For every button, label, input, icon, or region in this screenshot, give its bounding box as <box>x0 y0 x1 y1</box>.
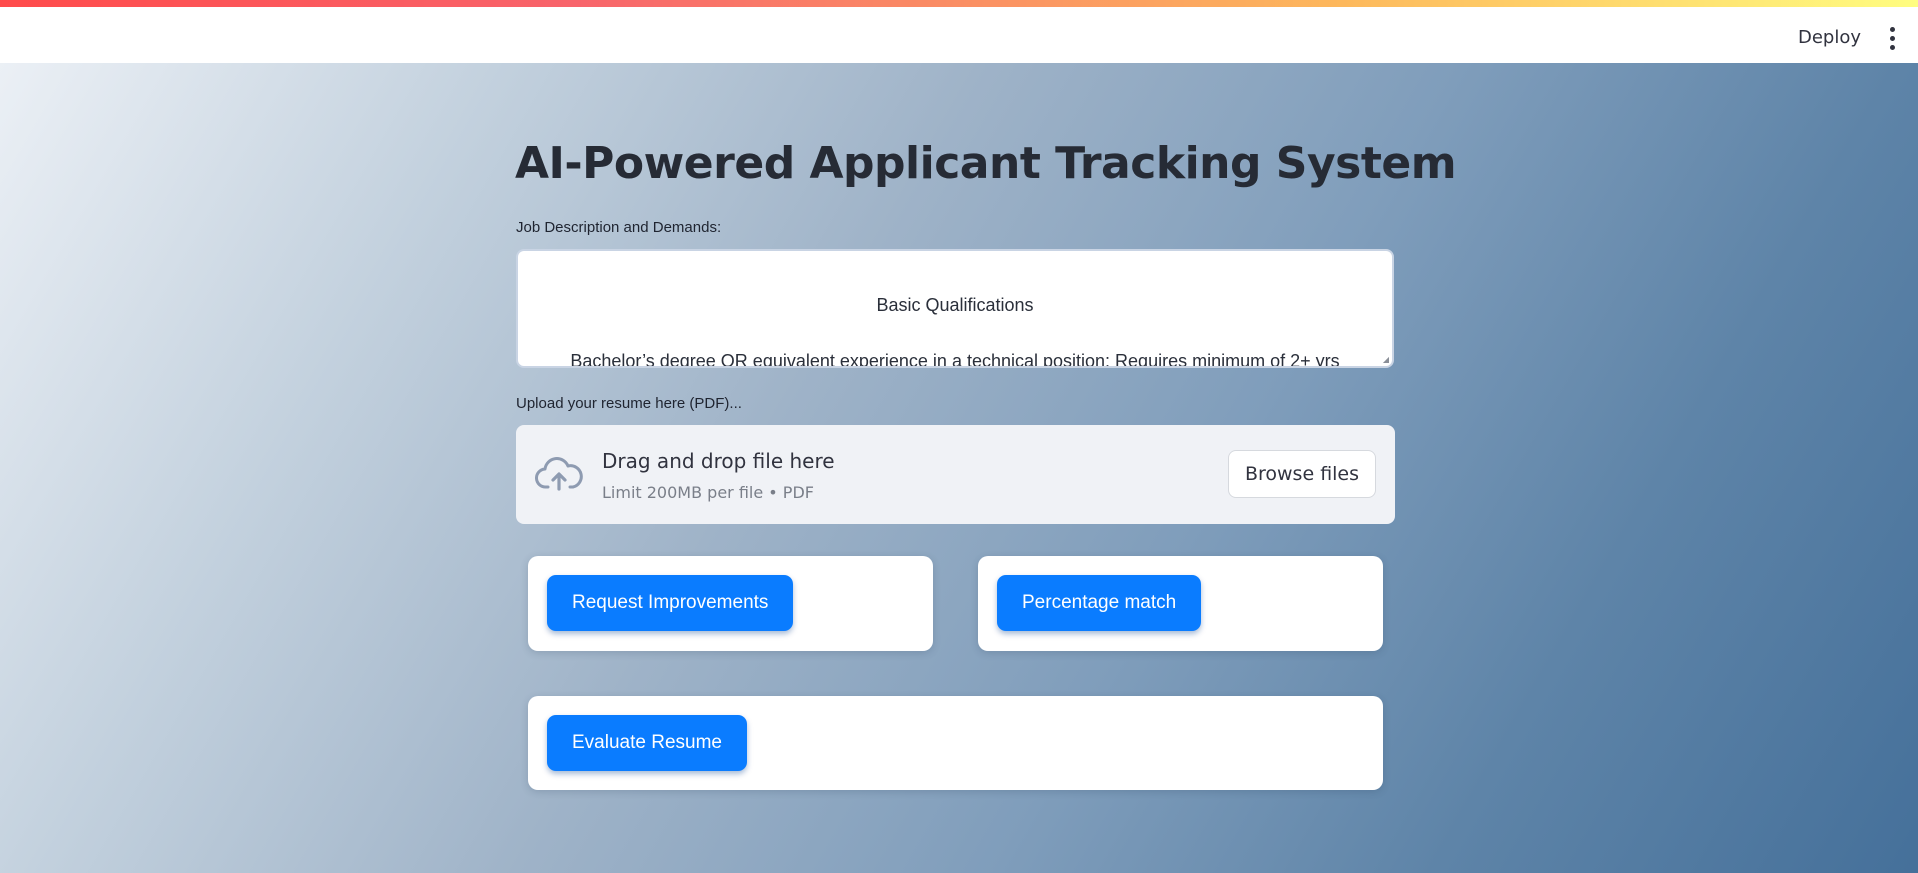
job-description-textarea[interactable]: Basic Qualifications Bachelor’s degree O… <box>516 249 1394 368</box>
percentage-match-card: Percentage match <box>978 556 1383 651</box>
evaluate-resume-button[interactable]: Evaluate Resume <box>547 715 747 771</box>
deploy-button[interactable]: Deploy <box>1786 23 1873 52</box>
job-description-line: Basic Qualifications <box>876 295 1034 315</box>
dropzone-limit-text: Limit 200MB per file • PDF <box>602 483 814 502</box>
resize-handle-icon[interactable]: ◢ <box>1383 355 1389 364</box>
top-decoration-stripe <box>0 0 1918 7</box>
job-description-line: Bachelor’s degree OR equivalent experien… <box>570 351 1340 368</box>
page-title: AI-Powered Applicant Tracking System <box>515 138 1457 189</box>
job-description-label: Job Description and Demands: <box>516 219 722 236</box>
dropzone-title: Drag and drop file here <box>602 449 835 473</box>
cloud-upload-icon <box>535 457 583 491</box>
percentage-match-button[interactable]: Percentage match <box>997 575 1202 631</box>
file-dropzone[interactable]: Drag and drop file here Limit 200MB per … <box>516 425 1395 524</box>
app-header: Deploy <box>0 7 1918 63</box>
request-improvements-card: Request Improvements <box>528 556 933 651</box>
vertical-dots-icon[interactable] <box>1880 24 1904 54</box>
upload-label: Upload your resume here (PDF)... <box>516 395 742 412</box>
request-improvements-button[interactable]: Request Improvements <box>547 575 794 631</box>
evaluate-resume-card: Evaluate Resume <box>528 696 1383 790</box>
browse-files-button[interactable]: Browse files <box>1228 450 1376 498</box>
